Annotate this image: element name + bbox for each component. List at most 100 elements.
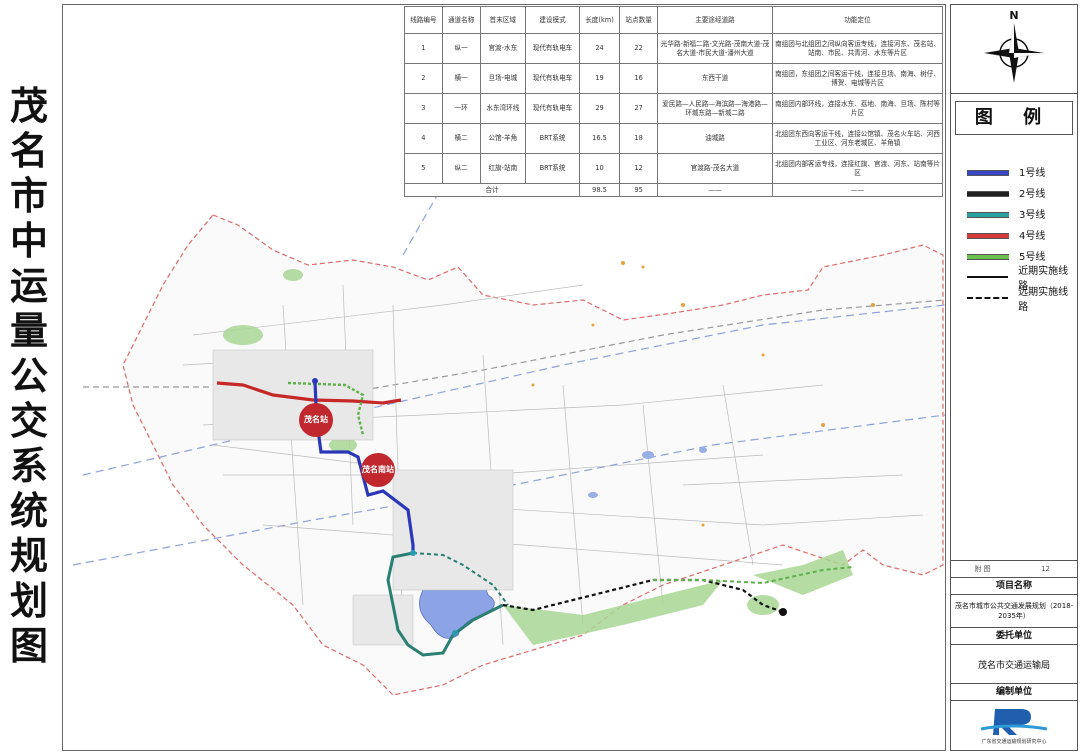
table-cell-roads: 光华路-新福二路-文光路-茂南大道-茂名大道-市民大道-潘州大道 [657,33,773,64]
table-cell-length: 16.5 [578,123,621,154]
title-char: 量 [9,309,48,353]
legend-label: 1号线 [1019,168,1046,179]
column-header: 长度(km) [578,6,621,34]
column-header: 站点数量 [619,6,658,34]
column-header: 首末区域 [479,6,527,34]
table-header-row: 线路编号 通道名称 首末区域 建设模式 长度(km) 站点数量 主要途经道路 功能定位 [404,6,943,34]
legend-swatch [967,274,1009,280]
legend-item: 4号线 [951,224,1077,245]
station-maoming: 茂名站 [299,403,333,437]
title-char: 运 [9,264,48,308]
table-cell-mode: BRT系统 [525,153,580,184]
table-cell-name: 横一 [441,63,481,94]
legend: 1号线 2号线 3号线 4号线 5号线 近期实施线路 远期实施线路 [951,161,1077,313]
table-cell-function: 北组团内部客运专线，连接红旗、官渡、河东、站南等片区 [772,153,943,184]
figure-number: 12 [1041,565,1050,573]
vertical-title: 茂名市中运量公交系统规划图 [0,0,58,753]
project-name: 茂名市城市公共交通发展规划（2018-2035年） [951,594,1077,627]
station-maoming-south: 茂名南站 [361,453,395,487]
table-cell-stations: 12 [619,153,658,184]
figure-label: 附 图 [974,565,991,573]
line-table: 线路编号 通道名称 首末区域 建设模式 长度(km) 站点数量 主要途经道路 功能定位 1 纵一… [404,6,943,197]
table-total-row: 合计 98.5 95 —— —— [404,183,943,197]
client-name: 茂名市交通运输局 [951,644,1077,683]
table-cell-no: 1 [404,33,443,64]
table-cell-area: 公馆-羊角 [479,123,527,154]
table-total-cell: 98.5 [578,183,621,197]
table-cell-length: 24 [578,33,621,64]
title-block: 附 图 12 项目名称 茂名市城市公共交通发展规划（2018-2035年） 委托… [951,560,1077,749]
title-char: 统 [9,489,48,533]
title-char: 名 [9,129,48,173]
table-row: 4 横二 公馆-羊角 BRT系统 16.5 18 油城路 北组团东西向客运干线，连接公馆镇、茂… [404,123,943,154]
legend-title: 图 例 [955,101,1073,135]
title-char: 系 [9,444,48,488]
legend-item: 1号线 [951,161,1077,182]
title-char: 划 [9,579,48,623]
table-cell-mode: 现代有轨电车 [525,63,580,94]
title-char: 交 [9,399,48,443]
table-cell-function: 南组团与北组团之间纵向客运专线，连接河东、茂名站、站南、市民、共青河、水东等片区 [772,33,943,64]
table-cell-mode: 现代有轨电车 [525,93,580,124]
legend-label: 2号线 [1019,189,1046,200]
table-cell-area: 官渡-水东 [479,33,527,64]
table-cell-roads: 东西干道 [657,63,773,94]
table-cell-mode: 现代有轨电车 [525,33,580,64]
map-frame: 茂名站 茂名南站 线路编号 通道名称 首末区域 建设模式 长度(km) 站点数量 主要途经道… [62,4,946,751]
table-cell-stations: 18 [619,123,658,154]
table-cell-no: 3 [404,93,443,124]
legend-label: 远期实施线路 [1018,286,1069,313]
title-char: 茂 [9,84,48,128]
title-char: 市 [9,174,48,218]
table-cell-area: 旦场-电城 [479,63,527,94]
legend-swatch [967,295,1009,301]
table-total-cell: —— [657,183,773,197]
table-cell-length: 19 [578,63,621,94]
legend-label: 4号线 [1019,231,1046,242]
column-header: 通道名称 [441,6,481,34]
client-header: 委托单位 [951,627,1077,644]
project-header: 项目名称 [951,577,1077,594]
legend-swatch [967,211,1009,218]
legend-swatch [967,253,1009,260]
table-cell-stations: 16 [619,63,658,94]
table-total-cell: —— [772,183,943,197]
author-header: 编制单位 [951,683,1077,700]
author-logo: 广东省交通运输规划研究中心 [951,700,1077,749]
table-row: 5 纵二 红旗-站南 BRT系统 10 12 官渡路-茂名大道 北组团内部客运专线，连接红旗、… [404,153,943,184]
table-cell-no: 5 [404,153,443,184]
column-header: 线路编号 [404,6,443,34]
table-cell-function: 南组团内部环线，连接水东、荔地、南海、旦场、陈村等片区 [772,93,943,124]
legend-label: 3号线 [1019,210,1046,221]
table-cell-roads: 油城路 [657,123,773,154]
title-char: 公 [9,354,48,398]
table-cell-name: 纵二 [441,153,481,184]
compass: N [951,5,1077,94]
title-char: 规 [9,534,48,578]
figure-number-row: 附 图 12 [951,560,1077,577]
table-cell-no: 2 [404,63,443,94]
table-row: 1 纵一 官渡-水东 现代有轨电车 24 22 光华路-新福二路-文光路-茂南大道-茂名大道… [404,33,943,64]
table-cell-function: 北组团东西向客运干线，连接公馆镇、茂名火车站、河西工业区、河东老城区、羊角镇 [772,123,943,154]
table-cell-function: 南组团，东组团之间客运干线，连接旦场、南海、树仔、博贺、电城等片区 [772,63,943,94]
column-header: 主要途经道路 [657,6,773,34]
table-total-cell: 95 [619,183,658,197]
table-cell-roads: 官渡路-茂名大道 [657,153,773,184]
table-cell-name: 纵一 [441,33,481,64]
author-name: 广东省交通运输规划研究中心 [981,739,1047,745]
title-char: 图 [9,624,48,668]
table-cell-name: 一环 [441,93,481,124]
table-row: 2 横一 旦场-电城 现代有轨电车 19 16 东西干道 南组团，东组团之间客运干线，连接旦场… [404,63,943,94]
table-cell-length: 29 [578,93,621,124]
compass-north-label: N [1009,9,1018,22]
legend-item: 3号线 [951,203,1077,224]
table-cell-roads: 爱民路—人民路—海滨路—海港路—环城东路—新城二路 [657,93,773,124]
title-char: 中 [9,219,48,263]
table-row: 3 一环 水东湾环线 现代有轨电车 29 27 爱民路—人民路—海滨路—海港路—环城东路—新… [404,93,943,124]
table-cell-length: 10 [578,153,621,184]
column-header: 建设模式 [525,6,580,34]
table-total-cell: 合计 [404,183,580,197]
legend-item: 2号线 [951,182,1077,203]
table-cell-mode: BRT系统 [525,123,580,154]
table-cell-no: 4 [404,123,443,154]
